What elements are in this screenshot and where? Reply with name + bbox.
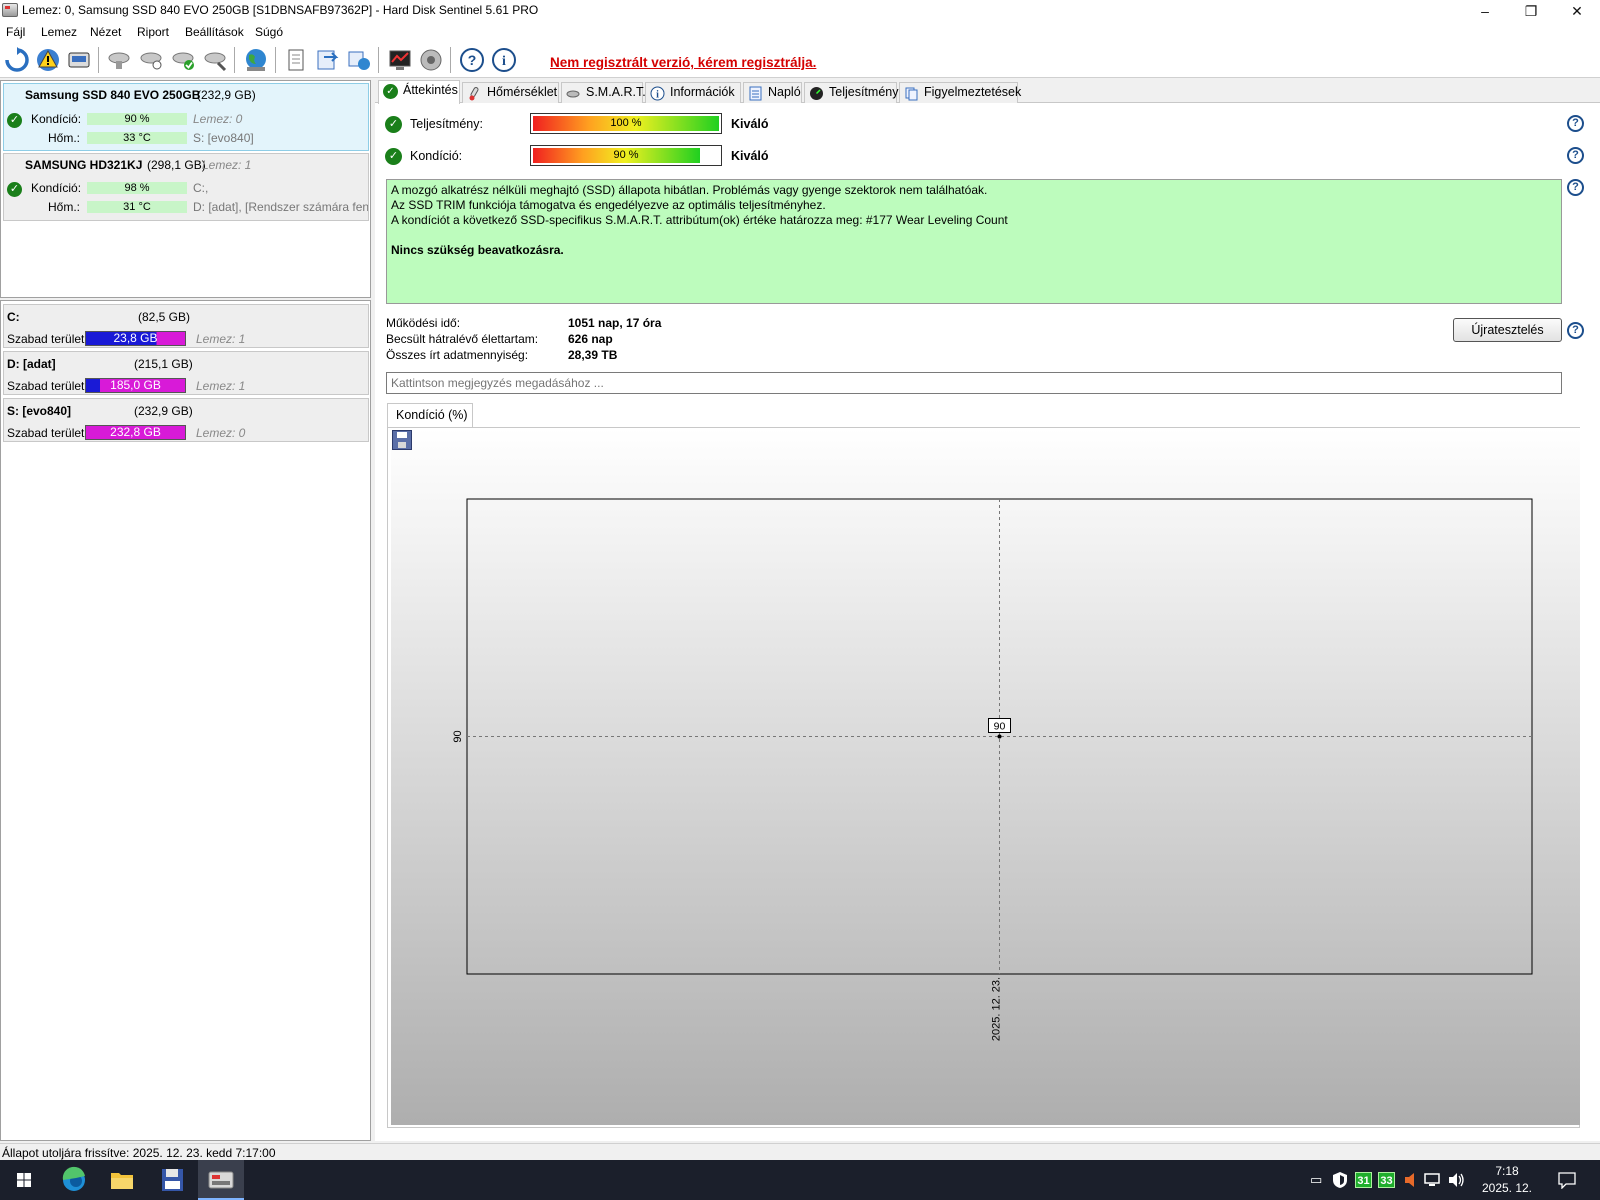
usb-icon[interactable]: ▭ — [1310, 1172, 1322, 1188]
security-shield-icon[interactable] — [1332, 1171, 1348, 1189]
network-icon[interactable] — [1424, 1172, 1442, 1188]
data-point — [997, 734, 1002, 739]
taskbar-clock[interactable]: 7:18 2025. 12. 23. — [1472, 1163, 1542, 1200]
clock-time: 7:18 — [1495, 1164, 1519, 1178]
floppy-save-icon[interactable] — [152, 1164, 192, 1196]
y-tick-label: 90 — [452, 730, 464, 742]
hard-disk-sentinel-icon — [208, 1171, 234, 1189]
volume-icon[interactable] — [1448, 1172, 1466, 1188]
status-text: Állapot utoljára frissítve: 2025. 12. 23… — [2, 1146, 276, 1160]
taskbar: ▭ 31 33 7:18 2025. 12. 23. — [0, 1160, 1600, 1200]
taskbar-active-app[interactable] — [198, 1160, 244, 1200]
tray-temperature-1[interactable]: 31 — [1355, 1172, 1372, 1188]
edge-icon[interactable] — [54, 1164, 94, 1196]
data-label: 90 — [994, 721, 1006, 733]
windows-start-icon[interactable] — [4, 1164, 44, 1196]
file-explorer-icon[interactable] — [102, 1164, 142, 1196]
status-bar: Állapot utoljára frissítve: 2025. 12. 23… — [0, 1143, 1600, 1161]
clock-date: 2025. 12. 23. — [1481, 1181, 1533, 1200]
notification-icon[interactable] — [1558, 1171, 1576, 1189]
condition-chart: 90 2025. 12. 23. 90 — [452, 498, 1533, 1041]
alert-sound-icon[interactable] — [1403, 1172, 1417, 1188]
x-tick-label: 2025. 12. 23. — [991, 977, 1003, 1041]
tray-temperature-2[interactable]: 33 — [1378, 1172, 1395, 1188]
